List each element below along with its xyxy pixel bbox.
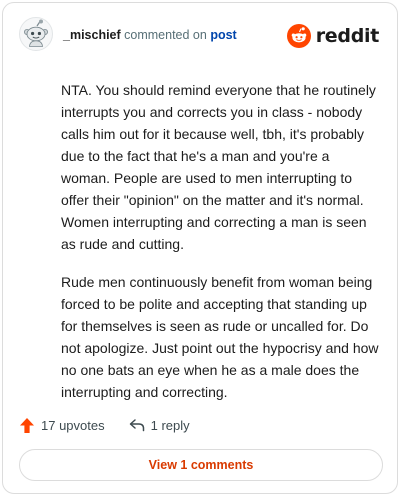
upvote-arrow-icon	[20, 417, 34, 433]
commented-on-text: commented on	[124, 28, 207, 42]
reddit-brand[interactable]: reddit	[286, 23, 380, 49]
reply-button[interactable]: 1 reply	[129, 418, 190, 433]
reply-arrow-icon	[129, 419, 144, 432]
comment-header: _mischief commented on post reddit	[19, 15, 381, 55]
upvote-count: 17 upvotes	[41, 417, 105, 433]
comment-actions: 17 upvotes 1 reply	[19, 415, 190, 435]
comment-body: NTA. You should remind everyone that he …	[61, 79, 381, 419]
reddit-logo-icon	[286, 24, 311, 48]
user-avatar[interactable]	[19, 17, 53, 51]
reddit-wordmark: reddit	[315, 25, 380, 47]
comment-paragraph-2: Rude men continuously benefit from woman…	[61, 274, 379, 400]
reply-count: 1 reply	[150, 417, 190, 433]
view-comments-button[interactable]: View 1 comments	[19, 449, 383, 481]
username-link[interactable]: _mischief	[63, 28, 121, 42]
snoo-avatar-icon	[19, 17, 53, 51]
upvote-button[interactable]: 17 upvotes	[19, 417, 105, 434]
comment-meta: _mischief commented on post	[63, 28, 237, 42]
post-link[interactable]: post	[210, 28, 236, 42]
comment-paragraph-1: NTA. You should remind everyone that he …	[61, 82, 376, 252]
comment-card: _mischief commented on post reddit NTA. …	[2, 2, 398, 494]
